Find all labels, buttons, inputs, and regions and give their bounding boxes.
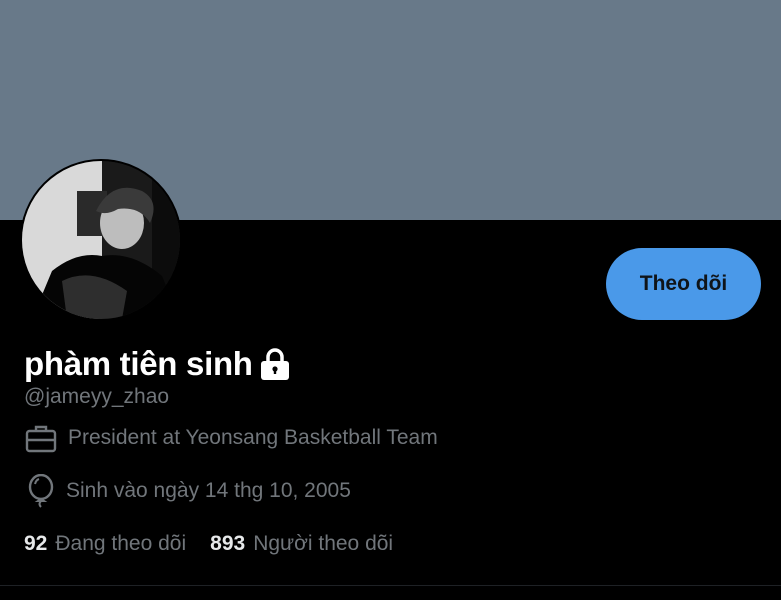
following-label: Đang theo dõi xyxy=(55,532,187,555)
followers-label: Người theo dõi xyxy=(253,532,394,555)
followers-count: 893 xyxy=(210,532,246,555)
lock-icon xyxy=(259,347,291,381)
balloon-icon xyxy=(24,474,58,508)
birthday-text: Sinh vào ngày 14 thg 10, 2005 xyxy=(66,479,351,502)
following-count: 92 xyxy=(24,532,48,555)
divider xyxy=(0,585,781,586)
followers-link[interactable]: 893 Người theo dõi xyxy=(210,532,393,556)
profile-birthday: Sinh vào ngày 14 thg 10, 2005 xyxy=(24,474,351,508)
following-link[interactable]: 92 Đang theo dõi xyxy=(24,532,186,556)
briefcase-icon xyxy=(24,421,58,455)
follow-button[interactable]: Theo dõi xyxy=(606,248,761,320)
profile-job: President at Yeonsang Basketball Team xyxy=(24,421,438,455)
avatar[interactable] xyxy=(20,159,182,321)
profile-stats: 92 Đang theo dõi 893 Người theo dõi xyxy=(24,532,417,556)
name-row: phàm tiên sinh xyxy=(24,342,291,386)
job-text: President at Yeonsang Basketball Team xyxy=(68,426,438,449)
profile-handle: @jameyy_zhao xyxy=(24,385,170,408)
display-name: phàm tiên sinh xyxy=(24,345,253,382)
